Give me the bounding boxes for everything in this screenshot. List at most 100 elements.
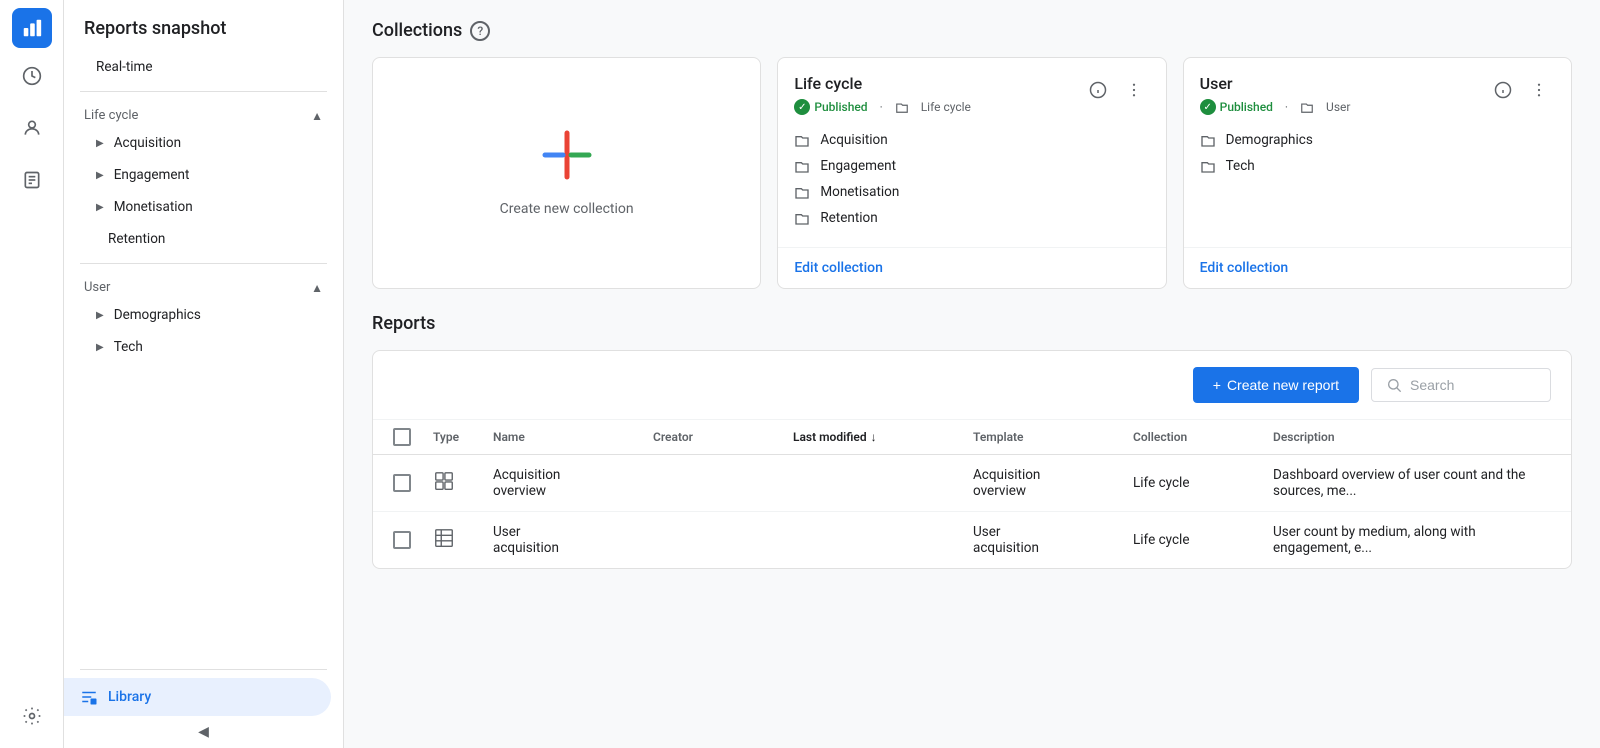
row2-name-cell: User acquisition [493,524,653,556]
lifecycle-card-header: Life cycle ✓ Published · Life cycle [778,58,1165,123]
demographics-label: Demographics [114,307,201,323]
row1-description-cell: Dashboard overview of user count and the… [1273,467,1551,499]
monetisation-arrow-icon: ▶ [96,202,104,213]
sidebar-section-lifecycle[interactable]: Life cycle ▲ [64,100,343,127]
sidebar-item-retention[interactable]: Retention [64,223,343,255]
sidebar-item-tech[interactable]: ▶ Tech [64,331,343,363]
lifecycle-collection-card: Life cycle ✓ Published · Life cycle [777,57,1166,289]
user-edit-link[interactable]: Edit collection [1200,260,1289,276]
lifecycle-edit-link[interactable]: Edit collection [794,260,883,276]
lifecycle-menu-btn[interactable] [1118,74,1150,106]
user-info-btn[interactable] [1487,74,1519,106]
sidebar-item-engagement[interactable]: ▶ Engagement [64,159,343,191]
lifecycle-item-monetisation: Monetisation [794,179,1149,205]
create-collection-card[interactable]: Create new collection [372,57,761,289]
sidebar-section-user[interactable]: User ▲ [64,272,343,299]
engagement-label: Engagement [114,167,190,183]
row2-checkbox[interactable] [393,531,411,549]
description-col-label: Description [1273,430,1335,444]
table-row[interactable]: User acquisition User acquisition Life c… [373,512,1571,568]
user-status-label: Published [1220,100,1273,114]
user-card-footer: Edit collection [1184,247,1571,288]
settings-nav-btn[interactable] [8,692,56,740]
reports-nav-btn[interactable] [8,156,56,204]
lifecycle-card-title: Life cycle [794,74,971,93]
user-card-header: User ✓ Published · User [1184,58,1571,123]
user-folder-small-icon [1300,100,1314,114]
icon-rail [0,0,64,748]
row1-name-cell: Acquisition overview [493,467,653,499]
table-header-creator: Creator [653,428,793,446]
tech-item-label: Tech [1226,158,1255,174]
row2-description-cell: User count by medium, along with engagem… [1273,524,1551,556]
row2-type-cell [433,527,493,553]
table-select-all-checkbox[interactable] [393,428,411,446]
row1-collection-cell: Life cycle [1133,475,1273,491]
user-subtitle: User [1326,100,1350,114]
realtime-label: Real-time [96,59,153,75]
row1-checkbox-cell [393,474,433,492]
lifecycle-dot-separator: · [880,100,883,114]
divider-1 [80,91,327,92]
create-report-plus-icon: + [1213,377,1221,393]
divider-bottom [80,669,327,670]
acquisition-label: Acquisition [114,135,181,151]
row1-name-line2: overview [493,483,653,499]
lifecycle-monetisation-label: Monetisation [820,184,899,200]
demographics-arrow-icon: ▶ [96,310,104,321]
lifecycle-item-engagement: Engagement [794,153,1149,179]
create-report-button[interactable]: + Create new report [1193,367,1359,403]
dashboard-type-icon [433,470,455,492]
reports-section-title: Reports [372,313,1572,334]
template-col-label: Template [973,430,1024,444]
realtime-nav-btn[interactable] [8,52,56,100]
collection-col-label: Collection [1133,430,1187,444]
search-icon [1386,377,1402,393]
row2-template-line1: User [973,524,1133,540]
analytics-logo-btn[interactable] [12,8,52,48]
user-card-items: Demographics Tech [1184,123,1571,247]
row1-template-cell: Acquisition overview [973,467,1133,499]
sidebar-item-demographics[interactable]: ▶ Demographics [64,299,343,331]
lifecycle-status-label: Published [814,100,867,114]
row1-template-line2: overview [973,483,1133,499]
table-header-row: Type Name Creator Last modified ↓ Templa… [373,420,1571,455]
collections-help-icon[interactable]: ? [470,21,490,41]
user-menu-btn[interactable] [1523,74,1555,106]
reports-toolbar: + Create new report [373,351,1571,420]
lifecycle-published-badge: ✓ Published [794,99,867,115]
audience-nav-btn[interactable] [8,104,56,152]
lifecycle-info-btn[interactable] [1082,74,1114,106]
create-report-label: Create new report [1227,377,1339,393]
create-plus-icon [541,129,593,189]
table-header-last-modified[interactable]: Last modified ↓ [793,428,973,446]
user-card-title: User [1200,74,1351,93]
name-col-label: Name [493,430,525,444]
table-header-name: Name [493,428,653,446]
table-row[interactable]: Acquisition overview Acquisition overvie… [373,455,1571,512]
sidebar-library-btn[interactable]: Library [64,678,331,716]
user-collection-card: User ✓ Published · User [1183,57,1572,289]
search-input[interactable] [1410,377,1530,393]
collapse-icon: ◀ [198,724,209,740]
table-header-checkbox-col [393,428,433,446]
reports-search-box[interactable] [1371,368,1551,402]
type-col-label: Type [433,430,459,444]
monetisation-label: Monetisation [114,199,193,215]
user-published-badge: ✓ Published [1200,99,1273,115]
user-card-icons [1487,74,1555,106]
row2-collection-cell: Life cycle [1133,532,1273,548]
collections-grid: Create new collection Life cycle ✓ Publi… [372,57,1572,289]
sidebar-item-monetisation[interactable]: ▶ Monetisation [64,191,343,223]
row1-checkbox[interactable] [393,474,411,492]
user-dot-separator: · [1285,100,1288,114]
user-chevron-icon: ▲ [311,281,323,295]
user-section-label: User [84,280,110,295]
table-header-collection: Collection [1133,428,1273,446]
lifecycle-retention-label: Retention [820,210,877,226]
divider-2 [80,263,327,264]
row2-name-line2: acquisition [493,540,653,556]
sidebar-item-acquisition[interactable]: ▶ Acquisition [64,127,343,159]
sidebar-item-realtime[interactable]: Real-time [64,51,343,83]
sidebar-collapse-btn[interactable]: ◀ [64,716,343,748]
